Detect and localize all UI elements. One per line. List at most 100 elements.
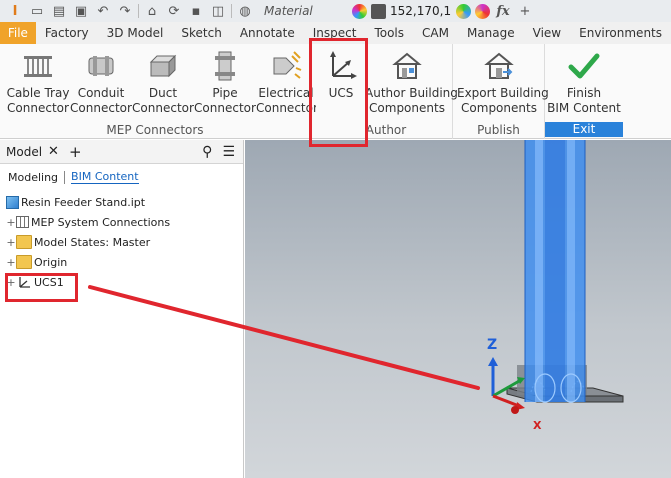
new-file-icon[interactable]: ▭ — [28, 4, 46, 19]
duct-label-1: Duct — [148, 86, 178, 100]
tab-tools[interactable]: Tools — [365, 22, 413, 44]
close-icon[interactable]: ✕ — [48, 144, 59, 159]
toolbar-divider — [138, 4, 139, 18]
expand-icon[interactable]: + — [6, 256, 16, 269]
quick-access-toolbar: I ▭ ▤ ▣ ↶ ↷ ⌂ ⟳ ▪ ◫ ◍ Material 152,170,1… — [0, 0, 671, 22]
finish-bim-content-button[interactable]: Finish BIM Content — [545, 48, 623, 116]
electrical-icon — [273, 51, 302, 79]
parameters-fx-icon[interactable]: fx — [494, 4, 512, 19]
cable-tray-label-1: Cable Tray — [6, 86, 70, 100]
toolbar-divider — [231, 4, 232, 18]
tab-model[interactable]: Model — [6, 145, 42, 159]
graphics-viewport[interactable]: Z X — [245, 140, 671, 478]
publish-panel-title: Publish — [477, 123, 520, 137]
tree-item-part[interactable]: Resin Feeder Stand.ipt — [0, 192, 243, 212]
annotation-box-ucs-button — [309, 38, 368, 147]
browser-subtabs: Modeling BIM Content — [0, 164, 243, 190]
export-label-1: Export Building — [457, 86, 549, 100]
adjust-appearance-icon[interactable] — [456, 3, 471, 19]
home-icon[interactable]: ⌂ — [143, 4, 161, 19]
tab-manage[interactable]: Manage — [458, 22, 524, 44]
expand-icon[interactable]: + — [6, 216, 16, 229]
pipe-label-1: Pipe — [212, 86, 238, 100]
axis-x-label: X — [533, 419, 542, 432]
inventor-window: I ▭ ▤ ▣ ↶ ↷ ⌂ ⟳ ▪ ◫ ◍ Material 152,170,1… — [0, 0, 671, 478]
export-building-components-button[interactable]: Export Building Components — [457, 48, 549, 116]
finish-label-2: BIM Content — [547, 101, 621, 115]
cable-tray-icon — [24, 56, 52, 77]
update-icon[interactable]: ⟳ — [165, 4, 183, 19]
pipe-label-2: Connector — [194, 101, 256, 115]
export-label-2: Components — [461, 101, 537, 115]
tab-view[interactable]: View — [524, 22, 570, 44]
electrical-connector-button[interactable]: Electrical Connector — [256, 48, 316, 116]
duct-connector-button[interactable]: Duct Connector — [132, 48, 194, 116]
add-browser-icon[interactable]: + — [69, 143, 82, 161]
tab-sketch[interactable]: Sketch — [172, 22, 230, 44]
export-components-icon — [484, 52, 514, 79]
tree-item-mep-connections[interactable]: + MEP System Connections — [0, 212, 243, 232]
conduit-connector-button[interactable]: Conduit Connector — [70, 48, 132, 116]
finish-label-1: Finish — [566, 86, 602, 100]
annotation-box-ucs1-tree-item — [5, 273, 78, 302]
browser-tab-bar: Model ✕ + ⚲ ☰ — [0, 140, 243, 164]
open-folder-icon[interactable]: ▤ — [50, 4, 68, 19]
folder-icon — [16, 255, 32, 269]
tree-label-part: Resin Feeder Stand.ipt — [21, 195, 146, 209]
mep-connectors-title: MEP Connectors — [106, 123, 204, 137]
add-icon[interactable]: + — [516, 4, 534, 19]
publish-panel: Export Building Components Publish — [453, 44, 549, 139]
tab-cam[interactable]: CAM — [413, 22, 458, 44]
author-components-label-1: Author Building — [365, 86, 458, 100]
undo-icon[interactable]: ↶ — [94, 4, 112, 19]
exit-panel: Finish BIM Content Exit — [545, 44, 623, 139]
expand-icon[interactable]: + — [6, 236, 16, 249]
tree-label-model-states: Model States: Master — [34, 235, 151, 249]
pipe-icon — [215, 51, 235, 81]
save-icon[interactable]: ▣ — [72, 4, 90, 19]
tab-factory[interactable]: Factory — [36, 22, 98, 44]
clear-appearance-icon[interactable] — [475, 3, 490, 19]
tab-annotate[interactable]: Annotate — [231, 22, 304, 44]
mep-connectors-panel: Cable Tray Connector Conduit Connector D… — [0, 44, 316, 139]
conduit-icon — [88, 56, 114, 76]
color-swatch-icon[interactable] — [371, 3, 386, 19]
subtab-bim-content[interactable]: BIM Content — [71, 170, 139, 184]
duct-icon — [149, 54, 177, 78]
search-icon[interactable]: ⚲ — [202, 144, 212, 160]
appearance-ball-icon[interactable]: ◍ — [236, 4, 254, 19]
tree-item-origin[interactable]: + Origin — [0, 252, 243, 272]
app-logo-icon: I — [12, 3, 18, 19]
measure-icon[interactable]: ◫ — [209, 4, 227, 19]
exit-panel-title: Exit — [545, 122, 623, 137]
subtab-modeling[interactable]: Modeling — [8, 171, 58, 184]
color-wheel-icon[interactable] — [352, 3, 367, 19]
mep-connections-icon — [16, 216, 29, 228]
axis-z-label: Z — [487, 337, 497, 353]
checkmark-icon — [568, 53, 600, 79]
author-building-components-button[interactable]: Author Building Components — [365, 48, 458, 116]
subtab-divider — [64, 170, 66, 184]
material-dropdown[interactable]: Material — [264, 4, 348, 18]
electrical-label-2: Connector — [256, 101, 316, 115]
tab-file[interactable]: File — [0, 22, 36, 44]
tab-3d-model[interactable]: 3D Model — [98, 22, 173, 44]
select-icon[interactable]: ▪ — [187, 4, 205, 19]
tree-label-origin: Origin — [34, 255, 68, 269]
pipe-connector-button[interactable]: Pipe Connector — [194, 48, 256, 116]
color-value-field[interactable]: 152,170,175 — [390, 4, 452, 18]
tree-item-model-states[interactable]: + Model States: Master — [0, 232, 243, 252]
electrical-label-1: Electrical — [258, 86, 314, 100]
duct-label-2: Connector — [132, 101, 194, 115]
cable-tray-connector-button[interactable]: Cable Tray Connector — [6, 48, 70, 116]
cable-tray-label-2: Connector — [7, 101, 69, 115]
redo-icon[interactable]: ↷ — [116, 4, 134, 19]
conduit-label-1: Conduit — [77, 86, 125, 100]
author-components-icon — [392, 52, 422, 79]
tree-label-mep: MEP System Connections — [31, 215, 171, 229]
conduit-label-2: Connector — [70, 101, 132, 115]
menu-icon[interactable]: ☰ — [222, 144, 235, 160]
part-icon — [6, 195, 19, 209]
folder-icon — [16, 235, 32, 249]
tab-environments[interactable]: Environments — [570, 22, 671, 44]
